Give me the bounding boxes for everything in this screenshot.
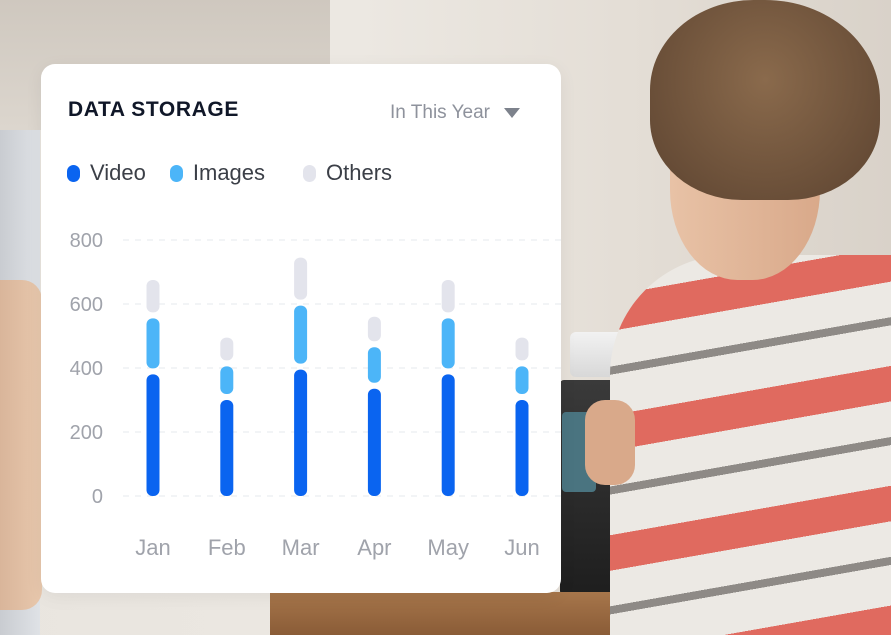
bar-others-jun (515, 337, 529, 361)
bar-video-feb (220, 400, 234, 496)
y-tick-label: 200 (70, 422, 103, 444)
bar-video-jun (515, 400, 529, 496)
bar-images-jan (146, 318, 160, 369)
bar-others-may (441, 280, 455, 313)
x-tick-label: May (427, 535, 469, 560)
y-tick-label: 800 (70, 230, 103, 252)
hand (585, 400, 635, 485)
x-tick-label: Mar (282, 535, 320, 560)
person-arm (0, 280, 42, 610)
bar-others-mar (294, 257, 308, 300)
y-tick-label: 400 (70, 358, 103, 380)
x-tick-label: Jan (135, 535, 170, 560)
data-storage-card: DATA STORAGE In This Year Video Images O… (41, 64, 561, 593)
bar-images-apr (367, 347, 381, 383)
bar-others-feb (220, 337, 234, 361)
striped-shirt (610, 255, 891, 635)
y-tick-label: 600 (70, 294, 103, 316)
y-tick-label: 0 (92, 486, 103, 508)
bar-video-may (441, 374, 455, 496)
storage-bar-chart: 0 200 400 600 800 Jan Feb Mar Apr May Jun (70, 230, 561, 560)
bar-others-apr (367, 316, 381, 342)
bar-video-jan (146, 374, 160, 496)
bar-video-mar (294, 369, 308, 496)
bar-images-may (441, 318, 455, 369)
x-tick-label: Apr (357, 535, 391, 560)
smiling-person (585, 0, 891, 635)
bar-images-feb (220, 366, 234, 394)
x-tick-label: Jun (504, 535, 539, 560)
bar-images-mar (294, 305, 308, 364)
bar-others-jan (146, 280, 160, 313)
bar-video-apr (367, 388, 381, 496)
bar-images-jun (515, 366, 529, 394)
curly-hair (650, 0, 880, 200)
wooden-counter (270, 592, 630, 635)
x-tick-label: Feb (208, 535, 246, 560)
